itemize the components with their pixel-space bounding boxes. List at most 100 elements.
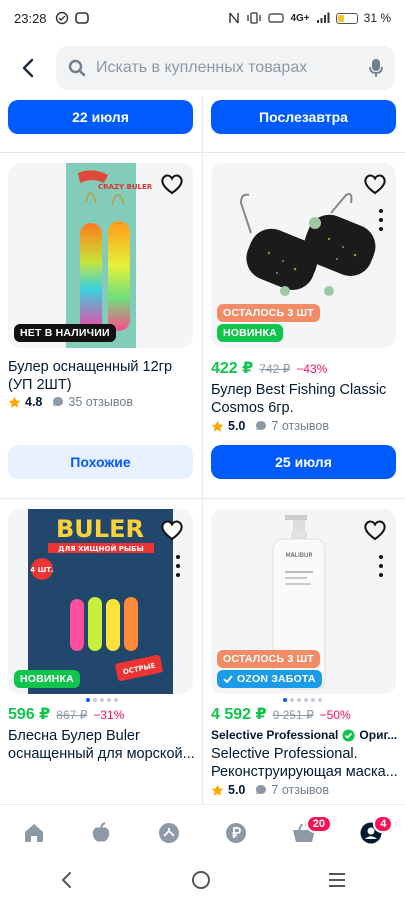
similar-button[interactable]: Похожие	[8, 445, 193, 479]
nav-fresh[interactable]	[81, 813, 121, 853]
volte-icon	[268, 13, 285, 23]
search-input[interactable]	[96, 59, 369, 77]
price-row: 596 ₽ 867 ₽ −31%	[8, 704, 124, 724]
system-back-icon[interactable]	[58, 871, 76, 889]
product-title[interactable]: Булер Best Fishing Classic Cosmos 6гр.	[211, 381, 401, 417]
rating-value: 5.0	[228, 419, 246, 433]
nav-profile[interactable]: 4	[351, 813, 394, 853]
fresh-icon	[93, 821, 110, 842]
out-of-stock-badge: НЕТ В НАЛИЧИИ	[14, 324, 116, 342]
reviews-count: 35 отзывов	[68, 395, 133, 409]
nav-cart[interactable]: 20	[284, 813, 332, 853]
discount-percent: −50%	[319, 708, 351, 722]
original-label: Ориг...	[359, 728, 398, 742]
price-row: 4 592 ₽ 9 251 ₽ −50%	[211, 704, 351, 724]
old-price: 742 ₽	[259, 362, 291, 376]
package-label: CRAZY BULER	[98, 183, 153, 191]
product-image[interactable]: MALIBUR ОСТАЛОСЬ 3 ШТ OZON ЗАБОТА	[211, 509, 396, 694]
ozon-care-icon	[223, 675, 233, 684]
notification-icon	[55, 11, 68, 25]
nav-home[interactable]	[14, 813, 54, 853]
chevron-left-icon	[22, 58, 34, 78]
product-title[interactable]: Selective Professional. Реконструирующая…	[211, 745, 401, 781]
home-icon	[24, 823, 43, 842]
price-row: 422 ₽ 742 ₽ −43%	[211, 358, 327, 378]
finance-icon	[226, 822, 247, 843]
battery-percent: 31 %	[363, 11, 391, 25]
reviews-count: 7 отзывов	[271, 419, 330, 433]
vibrate-icon	[247, 12, 262, 24]
bottom-navigation: 20 4	[0, 804, 405, 860]
box-brand: BULER	[56, 515, 144, 543]
box-subtitle: ДЛЯ ХИЩНОЙ РЫБЫ	[58, 544, 144, 553]
catalog-icon	[158, 822, 179, 843]
column-divider	[202, 96, 203, 804]
product-card[interactable]: CRAZY BULER НЕТ В НАЛИЧИИ Булер оснащенн…	[8, 163, 193, 493]
rating-value: 5.0	[228, 783, 246, 797]
more-options-icon[interactable]	[378, 209, 384, 231]
nav-catalog[interactable]	[149, 813, 189, 853]
current-price: 422 ₽	[211, 360, 254, 377]
network-type: 4G+	[290, 12, 310, 24]
product-image[interactable]: CRAZY BULER НЕТ В НАЛИЧИИ	[8, 163, 193, 348]
row-divider	[0, 152, 405, 153]
product-image[interactable]: BULER ДЛЯ ХИЩНОЙ РЫБЫ 4 ШТ. ОСТРЫЕ НОВИН…	[8, 509, 193, 694]
system-navigation-bar	[0, 860, 405, 900]
star-icon	[211, 420, 224, 432]
product-card[interactable]: MALIBUR ОСТАЛОСЬ 3 ШТ OZON ЗАБОТА 4 592 …	[211, 509, 398, 804]
box-count: 4 ШТ.	[30, 566, 53, 574]
search-header	[0, 40, 405, 96]
discount-percent: −43%	[296, 362, 328, 376]
current-price: 4 592 ₽	[211, 706, 267, 723]
comment-icon	[256, 421, 267, 431]
nfc-icon	[229, 12, 240, 24]
more-options-icon[interactable]	[175, 555, 181, 577]
image-carousel-dots[interactable]	[86, 698, 118, 702]
seller-row[interactable]: Selective Professional Ориг...	[211, 728, 401, 742]
product-image[interactable]: ОСТАЛОСЬ 3 ШТ НОВИНКА	[211, 163, 396, 348]
rating-row: 4.8 35 отзывов	[8, 395, 133, 409]
new-badge: НОВИНКА	[217, 324, 283, 342]
search-icon	[68, 59, 86, 77]
comment-icon	[256, 785, 267, 795]
microphone-icon[interactable]	[369, 58, 383, 78]
bottle-brand: MALIBUR	[285, 552, 312, 559]
current-price: 596 ₽	[8, 706, 51, 723]
cart-count-badge: 20	[305, 814, 332, 833]
app-notification-icon	[74, 12, 89, 24]
signal-icon	[316, 12, 330, 23]
verified-check-icon	[342, 728, 355, 742]
status-time: 23:28	[14, 10, 47, 26]
favorite-heart-icon[interactable]	[159, 517, 185, 543]
stock-left-badge: ОСТАЛОСЬ 3 ШТ	[217, 650, 320, 668]
rating-row: 5.0 7 отзывов	[211, 783, 329, 797]
discount-percent: −31%	[93, 708, 125, 722]
system-home-icon[interactable]	[191, 870, 211, 890]
star-icon	[211, 784, 224, 796]
nav-finance[interactable]	[216, 813, 256, 853]
rating-row: 5.0 7 отзывов	[211, 419, 329, 433]
reviews-count: 7 отзывов	[271, 783, 330, 797]
status-bar: 23:28 4G+ 31 %	[0, 0, 405, 36]
system-recents-icon[interactable]	[327, 871, 347, 889]
favorite-heart-icon[interactable]	[362, 517, 388, 543]
product-title[interactable]: Булер оснащенный 12гр (УП 2ШТ)	[8, 358, 198, 394]
delivery-date-button[interactable]: 22 июля	[8, 100, 193, 134]
search-box[interactable]	[56, 46, 395, 90]
row-divider	[0, 498, 405, 499]
back-button[interactable]	[10, 50, 46, 86]
product-card[interactable]: ОСТАЛОСЬ 3 ШТ НОВИНКА 422 ₽ 742 ₽ −43% Б…	[211, 163, 396, 493]
product-grid: 22 июля Послезавтра CRAZY BULER НЕТ В НА…	[0, 96, 405, 804]
star-icon	[8, 396, 21, 408]
more-options-icon[interactable]	[378, 555, 384, 577]
comment-icon	[53, 397, 64, 407]
favorite-heart-icon[interactable]	[362, 171, 388, 197]
new-badge: НОВИНКА	[14, 670, 80, 688]
image-carousel-dots[interactable]	[283, 698, 322, 702]
delivery-date-button[interactable]: Послезавтра	[211, 100, 396, 134]
product-card[interactable]: BULER ДЛЯ ХИЩНОЙ РЫБЫ 4 ШТ. ОСТРЫЕ НОВИН…	[8, 509, 195, 804]
product-title[interactable]: Блесна Булер Buler оснащенный для морско…	[8, 727, 198, 763]
delivery-date-button[interactable]: 25 июля	[211, 445, 396, 479]
favorite-heart-icon[interactable]	[159, 171, 185, 197]
rating-value: 4.8	[25, 395, 43, 409]
